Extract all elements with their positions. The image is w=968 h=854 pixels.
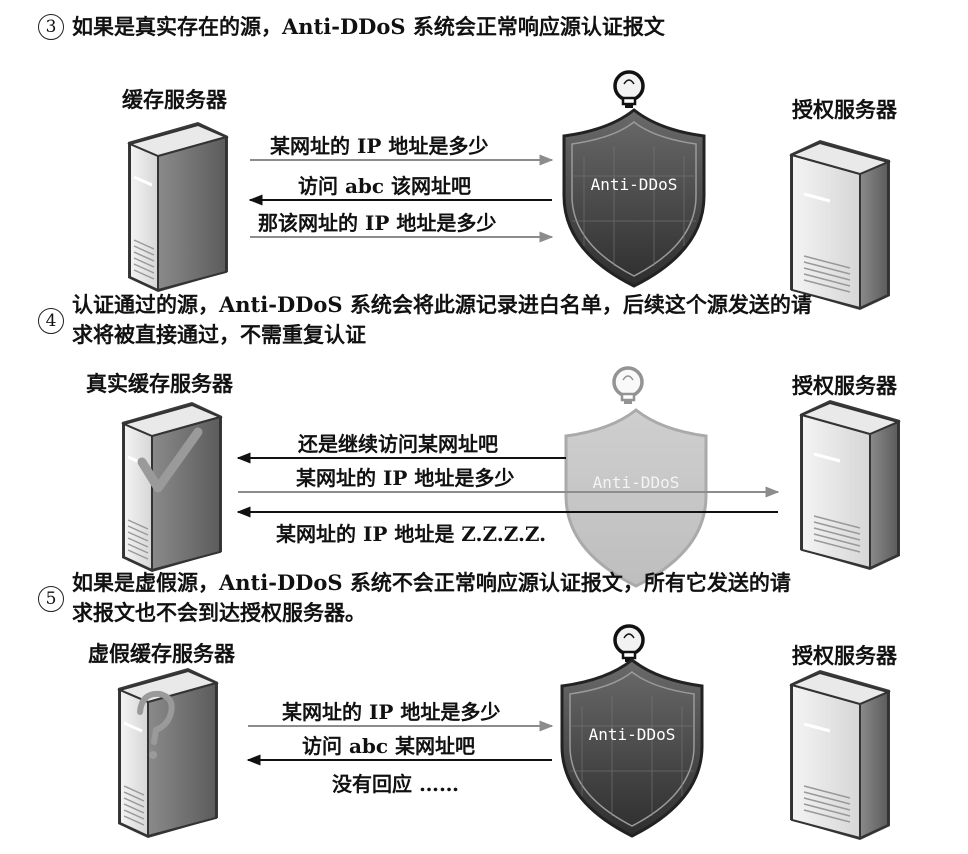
step-number: 3 [38, 14, 64, 40]
right-server-icon [798, 398, 902, 572]
step-5-description: 5 如果是虚假源，Anti-DDoS 系统不会正常响应源认证报文，所有它发送的请求… [38, 568, 791, 628]
shield-icon [562, 108, 706, 288]
step-3-description: 3 如果是真实存在的源，Anti-DDoS 系统会正常响应源认证报文 [38, 12, 665, 42]
left-server-icon [116, 666, 220, 840]
message-label: 某网址的 IP 地址是多少 [282, 700, 501, 724]
left-server-icon [126, 120, 230, 294]
step-4-description: 4 认证通过的源，Anti-DDoS 系统会将此源记录进白名单，后续这个源发送的请… [38, 290, 812, 350]
right-server-label: 授权服务器 [792, 643, 897, 668]
step-text-line: 求将被直接通过，不需重复认证 [72, 322, 366, 347]
message-label: 访问 abc 该网址吧 [298, 174, 472, 198]
shield-label: Anti-DDoS [589, 725, 676, 744]
shield-icon [564, 408, 708, 588]
right-server-icon [788, 138, 892, 312]
message-label: 访问 abc 某网址吧 [302, 734, 476, 758]
right-server-label: 授权服务器 [792, 97, 897, 122]
left-server-label: 真实缓存服务器 [86, 371, 233, 396]
step-text-line: 认证通过的源，Anti-DDoS 系统会将此源记录进白名单，后续这个源发送的请 [72, 292, 812, 317]
lightbulb-icon [613, 624, 645, 664]
step-number: 4 [38, 308, 64, 334]
left-server-icon [120, 400, 224, 574]
message-label: 还是继续访问某网址吧 [298, 432, 498, 456]
left-server-label: 缓存服务器 [122, 87, 227, 112]
step-text-line: 如果是真实存在的源，Anti-DDoS 系统会正常响应源认证报文 [72, 14, 665, 39]
step-text-line: 求报文也不会到达授权服务器。 [72, 600, 366, 625]
message-label: 没有回应 …… [332, 772, 459, 796]
lightbulb-icon [613, 70, 645, 110]
shield-icon [560, 658, 704, 838]
right-server-label: 授权服务器 [792, 373, 897, 398]
shield-label: Anti-DDoS [591, 175, 678, 194]
step-text-line: 如果是虚假源，Anti-DDoS 系统不会正常响应源认证报文，所有它发送的请 [72, 570, 791, 595]
message-label: 某网址的 IP 地址是多少 [270, 134, 489, 158]
lightbulb-icon [612, 366, 644, 406]
shield-label: Anti-DDoS [593, 473, 680, 492]
message-label: 某网址的 IP 地址是多少 [296, 466, 515, 490]
right-server-icon [788, 668, 892, 842]
step-number: 5 [38, 586, 64, 612]
message-label: 那该网址的 IP 地址是多少 [258, 211, 497, 235]
message-label: 某网址的 IP 地址是 Z.Z.Z.Z. [276, 522, 547, 546]
diagram-canvas: Anti-DDoS Anti-DDoS Anti-DDoS [116, 70, 902, 842]
left-server-label: 虚假缓存服务器 [88, 641, 235, 666]
